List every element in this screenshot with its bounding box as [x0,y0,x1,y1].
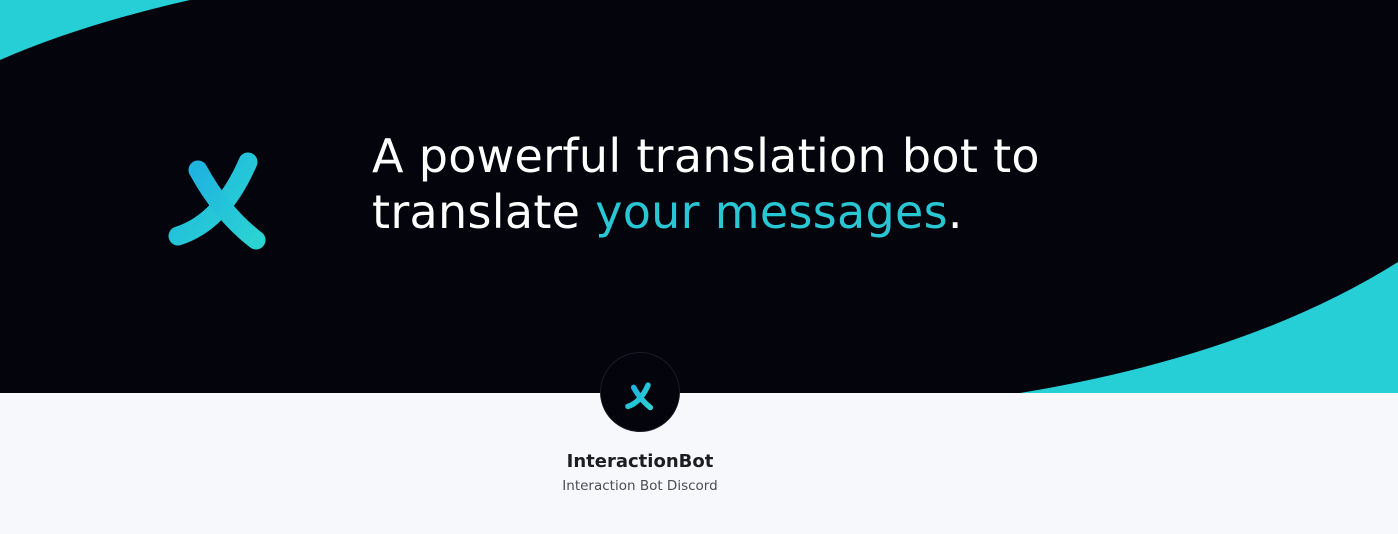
tagline: A powerful translation bot to translate y… [372,128,1040,240]
translate-icon [617,373,663,411]
bot-name: InteractionBot [566,451,714,472]
tagline-end: . [947,185,963,239]
tagline-accent: your messages [595,185,948,239]
top-left-swoosh [0,0,190,60]
bot-profile: InteractionBot Interaction Bot Discord [540,352,740,495]
avatar[interactable] [600,352,680,432]
tagline-line2: translate [372,185,596,239]
page: A powerful translation bot to translate y… [0,0,1398,534]
banner: A powerful translation bot to translate y… [0,0,1398,393]
bot-description: Interaction Bot Discord [562,478,718,494]
bottom-right-swoosh [1020,262,1398,393]
translate-icon [142,122,298,250]
tagline-line1: A powerful translation bot to [372,129,1040,183]
